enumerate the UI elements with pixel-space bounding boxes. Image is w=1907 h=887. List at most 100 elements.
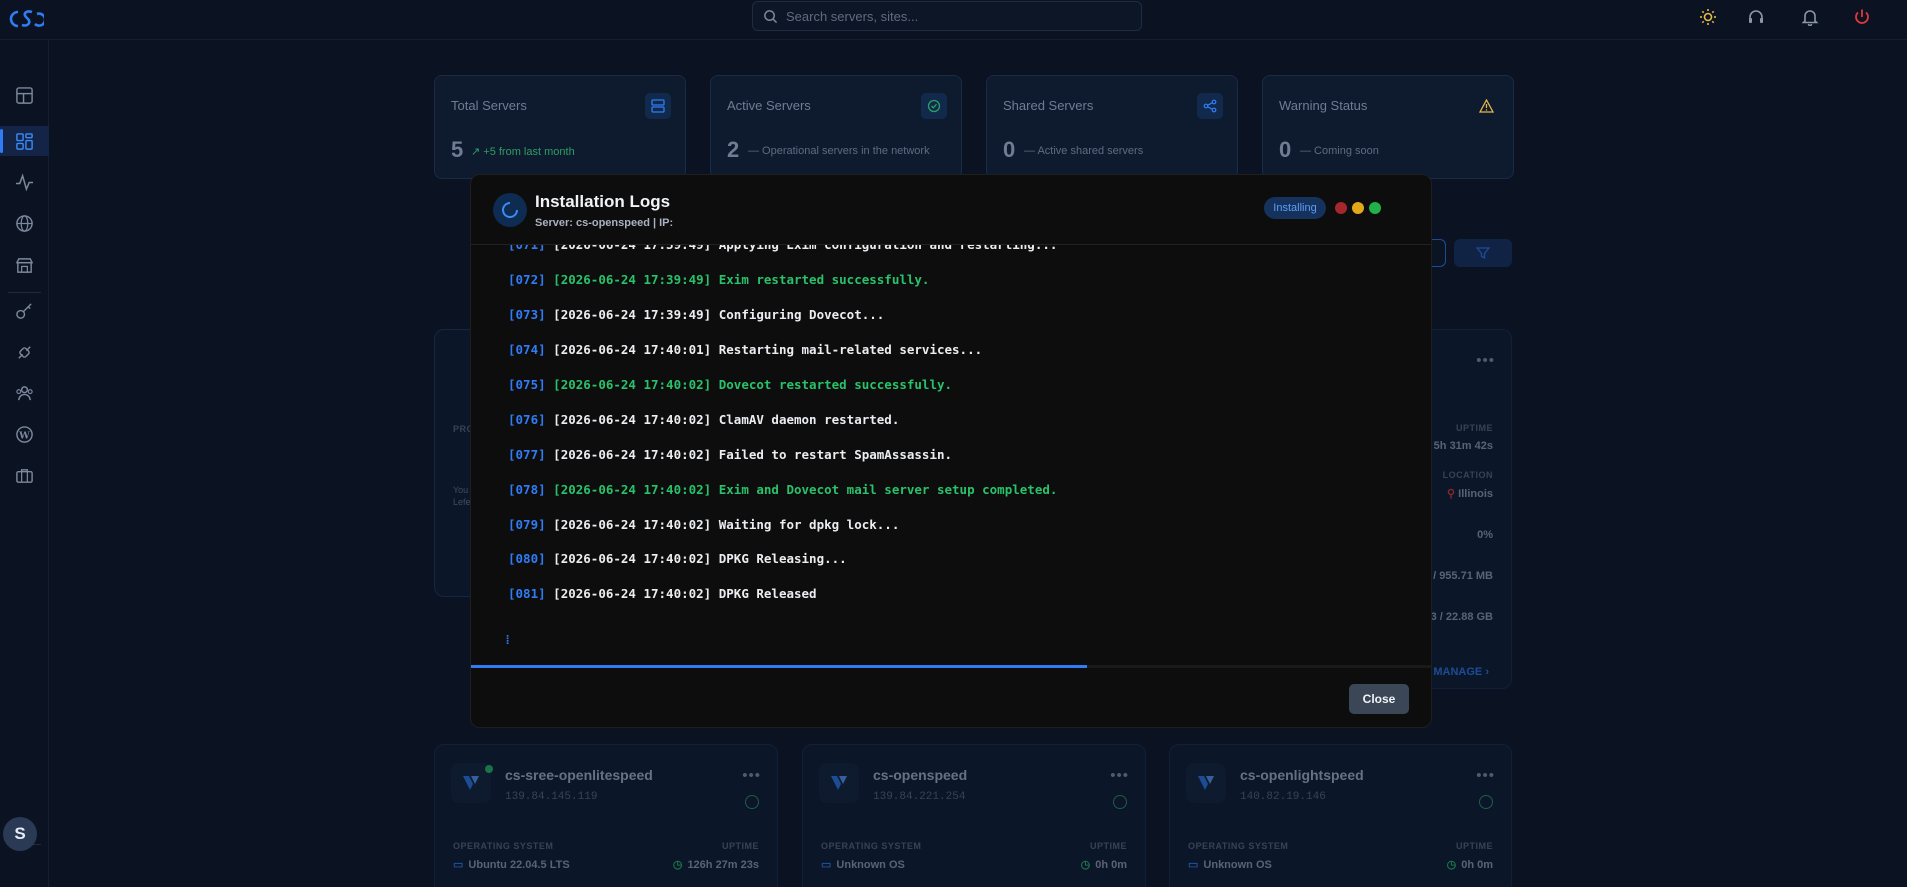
search-input[interactable] [786,8,1126,24]
sidebar-item-servers[interactable] [0,126,49,156]
trend-up-icon: ↗ [471,146,484,158]
stat-desc: — Operational servers in the network [748,145,930,157]
modal-subtitle: Server: cs-openspeed | IP: [535,217,674,229]
server-ip: 140.82.19.146 [1240,791,1326,803]
log-line-text: [2026-06-24 17:40:02] ClamAV daemon rest… [553,412,900,427]
log-line: [071] [2026-06-24 17:39:49] Applying Exi… [508,245,1057,252]
vultr-logo-icon [819,763,859,803]
status-icon [745,795,759,809]
sidebar-divider [8,292,41,293]
top-bar [0,0,1907,40]
log-line-number: [077] [508,447,546,462]
close-button[interactable]: Close [1349,684,1409,714]
log-line-number: [078] [508,482,546,497]
uptime-label: UPTIME [1455,423,1493,433]
log-line: [081] [2026-06-24 17:40:02] DPKG Release… [508,586,817,601]
log-line-number: [080] [508,551,546,566]
sidebar: W [0,40,49,887]
sidebar-item-integrations[interactable] [0,337,49,367]
sidebar-item-overview[interactable] [0,80,49,110]
power-icon [1855,9,1869,24]
stat-value: 5 [451,137,464,162]
window-dot-yellow[interactable] [1352,202,1364,214]
os-text: Unknown OS [1203,858,1272,871]
uptime-value: ◷ 0h 0m [1081,858,1127,872]
log-output[interactable]: ⁞ [071] [2026-06-24 17:39:49] Applying E… [471,245,1431,665]
stat-desc: — Active shared servers [1024,145,1144,157]
spinner-icon [493,193,527,227]
search-icon [764,9,778,23]
vultr-logo-icon [1186,763,1226,803]
globe-icon [16,214,33,232]
disk-icon: ▭ [821,859,832,871]
sidebar-item-keys[interactable] [0,296,49,326]
logout-button[interactable] [1851,6,1873,28]
share-icon [1197,93,1223,119]
window-dot-red[interactable] [1335,202,1347,214]
chevron-right-icon: › [1485,666,1489,678]
os-value: ▭ Unknown OS [1188,858,1272,872]
grid-icon [16,132,33,150]
log-line-number: [079] [508,517,546,532]
location-value: ⚲ Illinois [1447,487,1493,500]
support-button[interactable] [1745,6,1767,28]
manage-link[interactable]: MANAGE › [1433,666,1489,678]
server-card[interactable]: cs-sree-openlitespeed 139.84.145.119 •••… [434,744,778,887]
log-cursor: ⁞ [504,633,512,647]
card-text: Lefe [453,497,471,507]
notifications-button[interactable] [1799,6,1821,28]
window-dot-green[interactable] [1369,202,1381,214]
sidebar-item-store[interactable] [0,250,49,280]
more-options-icon[interactable]: ••• [742,767,761,784]
modal-header: Installation Logs Server: cs-openspeed |… [471,175,1431,245]
layout-icon [16,86,33,104]
check-circle-icon [921,93,947,119]
log-line-text: [2026-06-24 17:40:02] Exim and Dovecot m… [553,482,1058,497]
theme-toggle-button[interactable] [1697,6,1719,28]
server-card[interactable]: cs-openspeed 139.84.221.254 ••• OPERATIN… [802,744,1146,887]
online-indicator [485,765,493,773]
log-line-number: [075] [508,377,546,392]
status-badge: Installing [1264,197,1326,219]
filter-button[interactable] [1454,239,1512,267]
svg-text:W: W [18,430,30,441]
log-line-text: [2026-06-24 17:40:02] Failed to restart … [553,447,953,462]
stat-desc-text: +5 from last month [483,146,575,158]
modal-footer: Close [471,668,1431,727]
server-name: cs-openspeed [873,767,968,783]
more-options-icon[interactable]: ••• [1476,352,1495,369]
more-options-icon[interactable]: ••• [1476,767,1495,784]
sun-icon [1700,9,1716,25]
location-text: Illinois [1458,488,1493,500]
log-line: [080] [2026-06-24 17:40:02] DPKG Releasi… [508,551,847,566]
avatar[interactable]: S [3,817,37,851]
app-logo[interactable] [4,4,44,34]
server-ip: 139.84.145.119 [505,791,598,803]
more-options-icon[interactable]: ••• [1110,767,1129,784]
sidebar-item-users[interactable] [0,378,49,408]
status-icon [1479,795,1493,809]
server-card-partial-right[interactable]: ••• UPTIME 5h 31m 42s LOCATION ⚲ Illinoi… [1420,329,1512,689]
sidebar-item-wordpress[interactable]: W [0,419,49,449]
stat-value: 2 [727,137,740,162]
stat-desc: ↗ +5 from last month [471,145,575,158]
uptime-value: 5h 31m 42s [1433,440,1493,452]
card-text: You [453,485,469,495]
headset-icon [1749,10,1763,23]
stat-title: Shared Servers [1003,98,1094,113]
log-line-text: [2026-06-24 17:39:49] Configuring Doveco… [553,307,885,322]
stat-value: 0 [1279,137,1292,162]
sidebar-item-tools[interactable] [0,460,49,490]
manage-label: MANAGE [1433,666,1483,678]
bell-icon [1801,10,1819,26]
installation-logs-modal: Installation Logs Server: cs-openspeed |… [470,174,1432,728]
server-card[interactable]: cs-openlightspeed 140.82.19.146 ••• OPER… [1169,744,1512,887]
sidebar-item-domains[interactable] [0,208,49,238]
stat-card-warning-status: Warning Status 0 — Coming soon [1262,75,1514,179]
server-icon [645,93,671,119]
sidebar-item-activity[interactable] [0,167,49,197]
search-box[interactable] [752,1,1142,31]
server-name: cs-openlightspeed [1240,767,1364,783]
activity-icon [15,172,34,191]
log-line: [078] [2026-06-24 17:40:02] Exim and Dov… [508,482,1057,497]
